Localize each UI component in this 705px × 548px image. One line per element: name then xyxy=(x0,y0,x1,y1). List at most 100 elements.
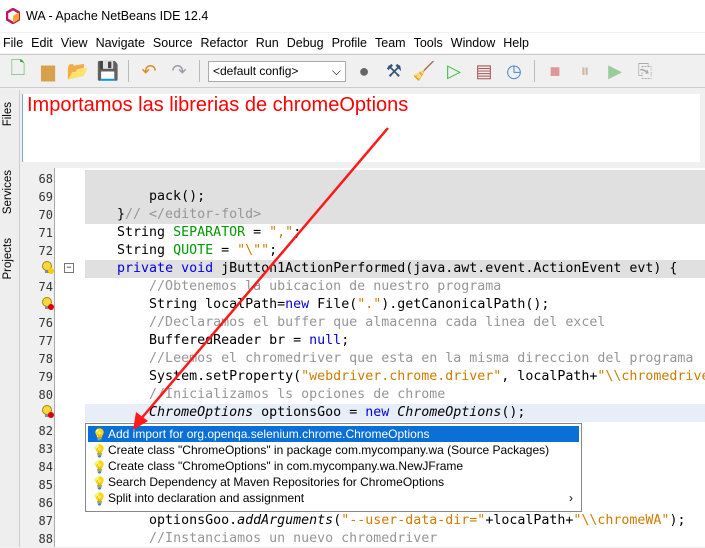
code-line[interactable]: //Obtenemos la ubicacion de nuestro prog… xyxy=(85,278,705,296)
fold-collapse-icon[interactable]: − xyxy=(64,263,74,273)
line-number: 71 xyxy=(38,226,53,240)
code-line[interactable]: String QUOTE = "\""; xyxy=(85,242,705,260)
save-all-icon[interactable]: 💾 xyxy=(96,59,120,83)
code-line[interactable]: String SEPARATOR = ","; xyxy=(85,224,705,242)
error-hint-icon[interactable] xyxy=(42,297,54,311)
globe-icon[interactable]: ● xyxy=(352,59,376,83)
hint-split-declaration[interactable]: 💡 Split into declaration and assignment › xyxy=(88,490,579,506)
hint-create-class-package[interactable]: 💡 Create class "ChromeOptions" in package… xyxy=(88,442,579,458)
tab-projects[interactable]: Projects xyxy=(2,238,14,280)
redo-icon[interactable]: ↷ xyxy=(167,59,191,83)
line-number: 77 xyxy=(38,334,53,348)
menu-profile[interactable]: Profile xyxy=(329,36,372,50)
divider xyxy=(199,60,200,82)
menu-navigate[interactable]: Navigate xyxy=(93,36,150,50)
menu-debug[interactable]: Debug xyxy=(284,36,329,50)
code-line[interactable]: String localPath=new File(".").getCanoni… xyxy=(85,296,705,314)
code-line[interactable]: private void jButton1ActionPerformed(jav… xyxy=(85,260,705,278)
divider xyxy=(534,60,535,82)
code-line[interactable]: System.setProperty("webdriver.chrome.dri… xyxy=(85,368,705,386)
lightbulb-icon: 💡 xyxy=(92,459,107,474)
undo-icon[interactable]: ↶ xyxy=(137,59,161,83)
chevron-right-icon: › xyxy=(569,491,573,505)
menu-file[interactable]: File xyxy=(0,36,28,50)
code-line[interactable]: ChromeOptions optionsGoo = new ChromeOpt… xyxy=(85,404,705,422)
chevron-down-icon: ⌵ xyxy=(331,63,341,78)
code-line[interactable] xyxy=(85,170,705,188)
menu-team[interactable]: Team xyxy=(372,36,411,50)
lightbulb-icon: 💡 xyxy=(92,475,107,490)
line-number: 83 xyxy=(38,442,53,456)
line-number: 84 xyxy=(38,460,53,474)
line-number: 79 xyxy=(38,370,53,384)
code-line[interactable]: //Leemos el chromedriver que esta en la … xyxy=(85,350,705,368)
menu-refactor[interactable]: Refactor xyxy=(198,36,253,50)
code-line[interactable]: BufferedReader br = null; xyxy=(85,332,705,350)
hint-label: Add import for org.openqa.selenium.chrom… xyxy=(108,427,430,441)
debug-icon[interactable]: ▤ xyxy=(472,59,496,83)
tab-files[interactable]: Files xyxy=(2,102,14,126)
menu-run[interactable]: Run xyxy=(253,36,284,50)
menu-bar: File Edit View Navigate Source Refactor … xyxy=(0,33,705,53)
continue-icon[interactable]: ▶ xyxy=(603,59,627,83)
open-project-icon[interactable]: 📂 xyxy=(66,59,90,83)
config-select[interactable]: <default config> ⌵ xyxy=(208,60,346,82)
line-number: 78 xyxy=(38,352,53,366)
menu-tools[interactable]: Tools xyxy=(411,36,448,50)
line-number: 80 xyxy=(38,388,53,402)
line-number: 87 xyxy=(38,514,53,528)
line-number: 76 xyxy=(38,316,53,330)
new-file-icon[interactable]: 🗋 xyxy=(6,58,30,83)
hint-create-class-inner[interactable]: 💡 Create class "ChromeOptions" in com.myc… xyxy=(88,458,579,474)
window-title: WA - Apache NetBeans IDE 12.4 xyxy=(26,9,209,23)
code-line[interactable]: }// </editor-fold> xyxy=(85,206,705,224)
side-panel: Files Services Projects xyxy=(0,90,20,547)
toolbar: 🗋 ▆ 📂 💾 ↶ ↷ <default config> ⌵ ● ⚒ 🧹 ▷ ▤ … xyxy=(0,54,705,88)
pause-icon[interactable]: ⏸ xyxy=(573,59,597,83)
line-number: 74 xyxy=(38,280,53,294)
hint-popup: 💡 Add import for org.openqa.selenium.chro… xyxy=(85,423,582,512)
new-project-icon[interactable]: ▆ xyxy=(36,59,60,83)
run-icon[interactable]: ▷ xyxy=(442,59,466,83)
lightbulb-icon: 💡 xyxy=(92,491,107,506)
line-number: 69 xyxy=(38,190,53,204)
lightbulb-icon: 💡 xyxy=(92,427,107,442)
divider xyxy=(128,60,129,82)
error-hint-icon[interactable] xyxy=(42,405,54,419)
warning-hint-icon[interactable] xyxy=(42,261,54,275)
menu-view[interactable]: View xyxy=(58,36,93,50)
code-line[interactable]: optionsGoo.addArguments("--user-data-dir… xyxy=(85,512,705,530)
config-value: <default config> xyxy=(213,64,299,78)
code-line[interactable]: //Instanciamos un nuevo chromedriver xyxy=(85,530,705,548)
code-line[interactable]: pack(); xyxy=(85,188,705,206)
profile-icon[interactable]: ◷ xyxy=(502,59,526,83)
code-line[interactable]: //Inicializamos ls opciones de chrome xyxy=(85,386,705,404)
line-number: 86 xyxy=(38,496,53,510)
menu-edit[interactable]: Edit xyxy=(28,36,58,50)
line-number: 82 xyxy=(38,424,53,438)
line-number: 72 xyxy=(38,244,53,258)
title-bar: WA - Apache NetBeans IDE 12.4 xyxy=(0,0,705,32)
hint-label: Split into declaration and assignment xyxy=(108,491,305,505)
stop-icon[interactable]: ■ xyxy=(543,59,567,83)
lightbulb-icon: 💡 xyxy=(92,443,107,458)
menu-window[interactable]: Window xyxy=(448,36,500,50)
menu-help[interactable]: Help xyxy=(500,36,534,50)
menu-source[interactable]: Source xyxy=(150,36,198,50)
code-line[interactable]: //Declaramos el buffer que almacenna cad… xyxy=(85,314,705,332)
hint-label: Create class "ChromeOptions" in package … xyxy=(108,443,550,457)
line-number: 88 xyxy=(38,532,53,546)
netbeans-logo-icon xyxy=(6,8,20,24)
hint-search-maven[interactable]: 💡 Search Dependency at Maven Repositories… xyxy=(88,474,579,490)
apply-changes-icon[interactable]: ⎘ xyxy=(633,59,657,83)
fold-margin: − xyxy=(55,168,85,547)
annotation-text: Importamos las librerias de chromeOption… xyxy=(27,94,409,116)
hint-label: Create class "ChromeOptions" in com.myco… xyxy=(108,459,464,473)
tab-services[interactable]: Services xyxy=(2,170,14,214)
annotation-box: Importamos las librerias de chromeOption… xyxy=(22,94,700,162)
build-hammer-icon[interactable]: ⚒ xyxy=(382,59,406,83)
line-number: 68 xyxy=(38,172,53,186)
hint-add-import[interactable]: 💡 Add import for org.openqa.selenium.chro… xyxy=(88,426,579,442)
line-number: 70 xyxy=(38,208,53,222)
clean-build-icon[interactable]: 🧹 xyxy=(412,59,436,83)
